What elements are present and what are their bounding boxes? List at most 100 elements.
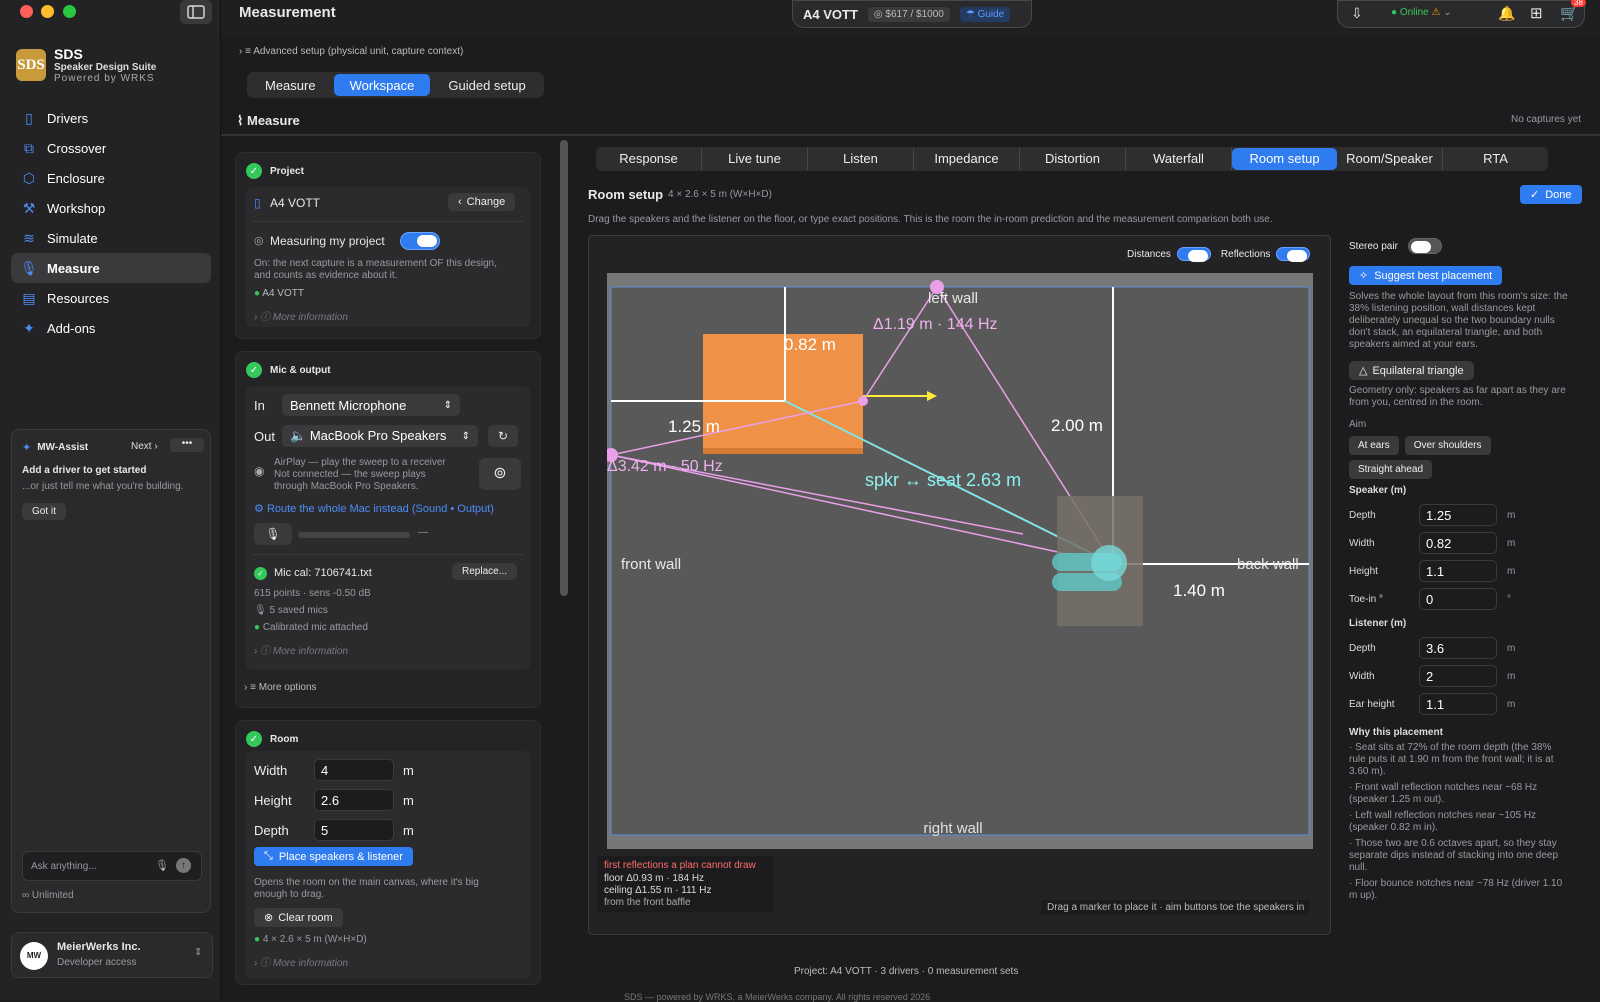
more-options-toggle[interactable]: › ≡ More options	[244, 682, 317, 693]
assistant-panel: ✦ MW-Assist Next › ••• Add a driver to g…	[11, 429, 211, 913]
left-column-scrollbar[interactable]	[560, 140, 568, 596]
listener-depth-input[interactable]: 3.6	[1419, 637, 1497, 659]
account-switcher[interactable]: MW MeierWerks Inc. Developer access ⇕	[11, 932, 213, 978]
tab-response[interactable]: Response	[596, 148, 702, 170]
minimize-window-button[interactable]	[41, 5, 54, 18]
cart-badge: 38	[1571, 0, 1586, 7]
send-icon[interactable]: ↑	[176, 858, 191, 873]
grid-icon[interactable]: ⊞	[1530, 4, 1543, 22]
mic-icon[interactable]: 🎙	[155, 859, 169, 872]
gear-icon: ⚙	[254, 503, 264, 515]
room-height-input[interactable]: 2.6	[314, 789, 394, 811]
tab-room-speaker[interactable]: Room/Speaker	[1337, 148, 1443, 170]
tab-live-tune[interactable]: Live tune	[702, 148, 808, 170]
sidebar-item-resources[interactable]: ▤ Resources	[11, 283, 211, 313]
suggest-placement-button[interactable]: ✧ Suggest best placement	[1349, 266, 1503, 285]
box-icon: ⬡	[22, 169, 36, 186]
room-width-input[interactable]: 4	[314, 759, 394, 781]
sidebar-toggle-button[interactable]	[180, 0, 212, 24]
tab-workspace[interactable]: Workspace	[333, 74, 431, 96]
tab-waterfall[interactable]: Waterfall	[1126, 148, 1232, 170]
change-project-button[interactable]: ‹ Change	[448, 193, 516, 211]
done-button[interactable]: ✓ Done	[1520, 185, 1582, 204]
speaker-height-input[interactable]: 1.1	[1419, 560, 1497, 582]
more-options-icon[interactable]: •••	[170, 438, 204, 452]
placement-reasons: · Seat sits at 72% of the room depth (th…	[1349, 742, 1563, 901]
account-role: Developer access	[57, 957, 137, 968]
triangle-icon: △	[1359, 365, 1368, 377]
clear-room-button[interactable]: ⊗ Clear room	[254, 908, 343, 927]
brand: SDS SDS Speaker Design Suite Powered by …	[16, 46, 156, 84]
tab-room-setup[interactable]: Room setup	[1232, 148, 1337, 170]
equilateral-button[interactable]: △ Equilateral triangle	[1349, 361, 1474, 380]
place-speakers-button[interactable]: ⤡ Place speakers & listener	[254, 847, 413, 866]
sidebar-item-enclosure[interactable]: ⬡ Enclosure	[11, 163, 211, 193]
front-reflection-label: Δ3.42 m · 50 Hz	[607, 458, 723, 475]
speaker-width-input[interactable]: 0.82	[1419, 532, 1497, 554]
stereo-pair-toggle[interactable]	[1408, 238, 1442, 254]
distances-toggle[interactable]	[1176, 247, 1211, 262]
input-device-select[interactable]: Bennett Microphone ⇕	[282, 394, 460, 416]
brand-powered: Powered by WRKS	[54, 73, 155, 84]
mic-level-icon[interactable]: 🎙	[254, 523, 292, 545]
airplay-button[interactable]: ⊚	[479, 458, 521, 490]
assistant-next-button[interactable]: Next ›	[131, 441, 158, 452]
sidebar-nav: ▯ Drivers ⧉ Crossover ⬡ Enclosure ⚒ Workshop…	[11, 103, 211, 343]
input-level-meter	[298, 532, 410, 538]
airplay-icon: ◉	[254, 464, 265, 478]
ear-height-input[interactable]: 1.1	[1419, 693, 1497, 715]
speaker-marker[interactable]	[703, 334, 863, 454]
export-icon[interactable]: ⇩	[1351, 5, 1363, 22]
tab-listen[interactable]: Listen	[808, 148, 914, 170]
tab-rta[interactable]: RTA	[1443, 148, 1548, 170]
tab-impedance[interactable]: Impedance	[914, 148, 1020, 170]
bell-icon[interactable]: 🔔	[1498, 5, 1515, 22]
more-information-link[interactable]: › ⓘ More information	[254, 642, 348, 657]
more-information-link[interactable]: › ⓘ More information	[254, 308, 348, 323]
tab-distortion[interactable]: Distortion	[1020, 148, 1126, 170]
output-device-select[interactable]: 🔈 MacBook Pro Speakers ⇕	[282, 425, 478, 447]
measuring-toggle[interactable]	[400, 232, 440, 250]
room-floor-plan[interactable]: left wall right wall front wall back wal…	[607, 273, 1313, 849]
sidebar-item-crossover[interactable]: ⧉ Crossover	[11, 133, 211, 163]
chevron-down-icon: ⌄	[1443, 7, 1452, 18]
check-icon: ✓	[246, 731, 262, 747]
list-icon: ≡	[245, 46, 251, 57]
status-badge[interactable]: ● Online ⚠ ⌄	[1391, 7, 1452, 18]
plan-label: ∞ Unlimited	[22, 890, 74, 901]
sidebar-item-measure[interactable]: 🎙 Measure	[11, 253, 211, 283]
close-window-button[interactable]	[20, 5, 33, 18]
project-tag: ● A4 VOTT	[254, 288, 304, 299]
toe-in-input[interactable]: 0	[1419, 588, 1497, 610]
listener-width-input[interactable]: 2	[1419, 665, 1497, 687]
replace-cal-button[interactable]: Replace...	[452, 563, 518, 580]
sidebar-item-simulate[interactable]: ≋ Simulate	[11, 223, 211, 253]
reflections-toggle[interactable]	[1276, 247, 1311, 262]
front-wall-label: front wall	[621, 556, 681, 573]
zoom-window-button[interactable]	[63, 5, 76, 18]
project-pill[interactable]: A4 VOTT ◎ $617 / $1000 ☂ Guide	[792, 0, 1032, 28]
speaker-depth-input[interactable]: 1.25	[1419, 504, 1497, 526]
crossover-icon: ⧉	[24, 139, 34, 156]
refresh-icon[interactable]: ↻	[488, 425, 518, 447]
aim-at-ears-button[interactable]: At ears	[1349, 436, 1399, 455]
room-depth-input[interactable]: 5	[314, 819, 394, 841]
assistant-title: MW-Assist	[37, 442, 89, 453]
tab-measure[interactable]: Measure	[249, 74, 332, 96]
sidebar-item-drivers[interactable]: ▯ Drivers	[11, 103, 211, 133]
guide-button[interactable]: ☂ Guide	[959, 6, 1011, 22]
sidebar-item-add-ons[interactable]: ✦ Add-ons	[11, 313, 211, 343]
aim-straight-ahead-button[interactable]: Straight ahead	[1349, 460, 1433, 479]
route-mac-link[interactable]: ⚙ Route the whole Mac instead (Sound • O…	[254, 502, 494, 515]
saved-mics: 🎙 5 saved mics	[254, 605, 328, 616]
tab-guided-setup[interactable]: Guided setup	[432, 74, 541, 96]
advanced-setup-toggle[interactable]: › ≡ Advanced setup (physical unit, captu…	[239, 46, 463, 57]
sidebar-item-workshop[interactable]: ⚒ Workshop	[11, 193, 211, 223]
more-information-link[interactable]: › ⓘ More information	[254, 954, 348, 969]
aim-over-shoulders-button[interactable]: Over shoulders	[1404, 436, 1491, 455]
got-it-button[interactable]: Got it	[22, 503, 66, 520]
footer-project-summary: Project: A4 VOTT · 3 drivers · 0 measure…	[794, 966, 1019, 977]
assistant-input[interactable]: Ask anything... 🎙 ↑	[22, 851, 202, 881]
mic-output-card: ✓ Mic & output In Bennett Microphone ⇕ Out…	[235, 351, 541, 708]
distance-0-82-label: 0.82 m	[784, 335, 836, 354]
